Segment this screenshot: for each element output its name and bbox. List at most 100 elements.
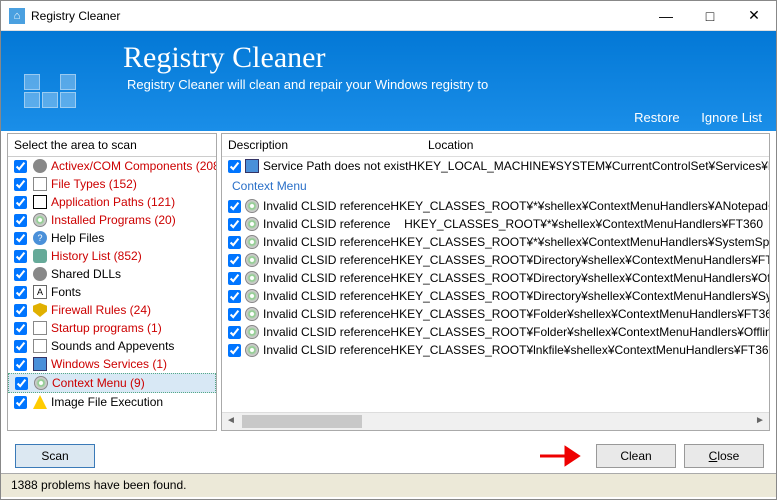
close-button[interactable]: Close bbox=[684, 444, 764, 468]
horizontal-scrollbar[interactable]: ◄ ► bbox=[222, 412, 769, 430]
cd-icon bbox=[245, 307, 259, 321]
result-row[interactable]: Service Path does not existHKEY_LOCAL_MA… bbox=[222, 157, 769, 175]
scan-area-label: History List (852) bbox=[51, 249, 142, 263]
scan-area-checkbox[interactable] bbox=[14, 268, 27, 281]
result-location: HKEY_CLASSES_ROOT¥lnkfile¥shellex¥Contex… bbox=[390, 343, 769, 357]
app-icon: ⌂ bbox=[9, 8, 25, 24]
cd-icon bbox=[245, 217, 259, 231]
banner-decoration bbox=[23, 73, 77, 109]
scan-area-label: File Types (152) bbox=[51, 177, 137, 191]
clean-button[interactable]: Clean bbox=[596, 444, 676, 468]
result-location: HKEY_CLASSES_ROOT¥Directory¥shellex¥Cont… bbox=[390, 289, 769, 303]
scan-area-label: Context Menu (9) bbox=[52, 376, 145, 390]
result-description: Invalid CLSID reference bbox=[263, 217, 404, 231]
scan-area-item[interactable]: AFonts bbox=[8, 283, 216, 301]
scan-area-item[interactable]: Shared DLLs bbox=[8, 265, 216, 283]
scan-area-item[interactable]: Windows Services (1) bbox=[8, 355, 216, 373]
banner: Registry Cleaner Registry Cleaner will c… bbox=[1, 31, 776, 131]
scan-area-item[interactable]: ?Help Files bbox=[8, 229, 216, 247]
scan-areas-list: Activex/COM Components (208) File Types (… bbox=[8, 157, 216, 430]
scan-areas-panel: Select the area to scan Activex/COM Comp… bbox=[7, 133, 217, 431]
result-row[interactable]: Invalid CLSID referenceHKEY_CLASSES_ROOT… bbox=[222, 251, 769, 269]
scan-area-item[interactable]: File Types (152) bbox=[8, 175, 216, 193]
scan-area-item[interactable]: Startup programs (1) bbox=[8, 319, 216, 337]
result-checkbox[interactable] bbox=[228, 236, 241, 249]
result-row[interactable]: Invalid CLSID referenceHKEY_CLASSES_ROOT… bbox=[222, 287, 769, 305]
result-location: HKEY_CLASSES_ROOT¥*¥shellex¥ContextMenuH… bbox=[390, 235, 769, 249]
result-row[interactable]: Invalid CLSID referenceHKEY_CLASSES_ROOT… bbox=[222, 341, 769, 359]
result-row[interactable]: Invalid CLSID referenceHKEY_CLASSES_ROOT… bbox=[222, 323, 769, 341]
scan-area-checkbox[interactable] bbox=[15, 377, 28, 390]
db-icon bbox=[33, 249, 47, 263]
result-row[interactable]: Invalid CLSID referenceHKEY_CLASSES_ROOT… bbox=[222, 215, 769, 233]
scan-area-checkbox[interactable] bbox=[14, 178, 27, 191]
scan-area-label: Activex/COM Components (208) bbox=[51, 159, 216, 173]
cd-icon bbox=[245, 289, 259, 303]
scan-area-checkbox[interactable] bbox=[14, 250, 27, 263]
result-checkbox[interactable] bbox=[228, 308, 241, 321]
result-checkbox[interactable] bbox=[228, 290, 241, 303]
scan-area-item[interactable]: Activex/COM Components (208) bbox=[8, 157, 216, 175]
result-checkbox[interactable] bbox=[228, 218, 241, 231]
scan-area-checkbox[interactable] bbox=[14, 160, 27, 173]
cd-icon bbox=[245, 343, 259, 357]
scan-area-checkbox[interactable] bbox=[14, 340, 27, 353]
result-row[interactable]: Invalid CLSID referenceHKEY_CLASSES_ROOT… bbox=[222, 269, 769, 287]
result-row[interactable]: Invalid CLSID referenceHKEY_CLASSES_ROOT… bbox=[222, 305, 769, 323]
result-checkbox[interactable] bbox=[228, 272, 241, 285]
scan-area-label: Sounds and Appevents bbox=[51, 339, 174, 353]
result-checkbox[interactable] bbox=[228, 160, 241, 173]
arrow-annotation bbox=[538, 446, 588, 466]
result-location: HKEY_CLASSES_ROOT¥*¥shellex¥ContextMenuH… bbox=[404, 217, 763, 231]
scan-area-item[interactable]: Sounds and Appevents bbox=[8, 337, 216, 355]
scan-area-item[interactable]: Firewall Rules (24) bbox=[8, 301, 216, 319]
result-description: Invalid CLSID reference bbox=[263, 253, 390, 267]
result-checkbox[interactable] bbox=[228, 254, 241, 267]
scan-button[interactable]: Scan bbox=[15, 444, 95, 468]
result-checkbox[interactable] bbox=[228, 326, 241, 339]
result-checkbox[interactable] bbox=[228, 344, 241, 357]
scan-area-checkbox[interactable] bbox=[14, 232, 27, 245]
scan-area-checkbox[interactable] bbox=[14, 322, 27, 335]
result-location: HKEY_LOCAL_MACHINE¥SYSTEM¥CurrentControl… bbox=[408, 159, 769, 173]
scan-area-checkbox[interactable] bbox=[14, 396, 27, 409]
scroll-right-arrow[interactable]: ► bbox=[751, 413, 769, 430]
warn-icon bbox=[33, 395, 47, 409]
scan-area-item[interactable]: Application Paths (121) bbox=[8, 193, 216, 211]
scan-area-checkbox[interactable] bbox=[14, 304, 27, 317]
column-description[interactable]: Description bbox=[228, 138, 428, 152]
ignore-list-link[interactable]: Ignore List bbox=[701, 110, 762, 125]
maximize-button[interactable]: □ bbox=[688, 1, 732, 31]
scan-area-item[interactable]: Context Menu (9) bbox=[8, 373, 216, 393]
results-list: Service Path does not existHKEY_LOCAL_MA… bbox=[222, 157, 769, 412]
result-location: HKEY_CLASSES_ROOT¥Folder¥shellex¥Context… bbox=[390, 307, 769, 321]
scan-area-checkbox[interactable] bbox=[14, 286, 27, 299]
scan-area-label: Shared DLLs bbox=[51, 267, 121, 281]
result-location: HKEY_CLASSES_ROOT¥Directory¥shellex¥Cont… bbox=[390, 271, 769, 285]
page-icon bbox=[33, 339, 47, 353]
status-bar: 1388 problems have been found. bbox=[1, 473, 776, 497]
scan-area-item[interactable]: Image File Execution bbox=[8, 393, 216, 411]
scan-area-label: Windows Services (1) bbox=[51, 357, 167, 371]
result-row[interactable]: Invalid CLSID referenceHKEY_CLASSES_ROOT… bbox=[222, 233, 769, 251]
close-window-button[interactable]: ✕ bbox=[732, 1, 776, 31]
result-row[interactable]: Invalid CLSID referenceHKEY_CLASSES_ROOT… bbox=[222, 197, 769, 215]
titlebar: ⌂ Registry Cleaner — □ ✕ bbox=[1, 1, 776, 31]
scan-area-item[interactable]: History List (852) bbox=[8, 247, 216, 265]
scan-area-item[interactable]: Installed Programs (20) bbox=[8, 211, 216, 229]
column-location[interactable]: Location bbox=[428, 138, 473, 152]
minimize-button[interactable]: — bbox=[644, 1, 688, 31]
restore-link[interactable]: Restore bbox=[634, 110, 680, 125]
result-location: HKEY_CLASSES_ROOT¥*¥shellex¥ContextMenuH… bbox=[390, 199, 769, 213]
result-location: HKEY_CLASSES_ROOT¥Directory¥shellex¥Cont… bbox=[390, 253, 769, 267]
scan-area-checkbox[interactable] bbox=[14, 214, 27, 227]
result-description: Invalid CLSID reference bbox=[263, 235, 390, 249]
scroll-thumb[interactable] bbox=[242, 415, 362, 428]
result-checkbox[interactable] bbox=[228, 200, 241, 213]
scroll-left-arrow[interactable]: ◄ bbox=[222, 413, 240, 430]
cd-icon bbox=[33, 213, 47, 227]
scan-area-checkbox[interactable] bbox=[14, 196, 27, 209]
scan-area-checkbox[interactable] bbox=[14, 358, 27, 371]
gear-icon bbox=[33, 267, 47, 281]
box-icon bbox=[33, 195, 47, 209]
